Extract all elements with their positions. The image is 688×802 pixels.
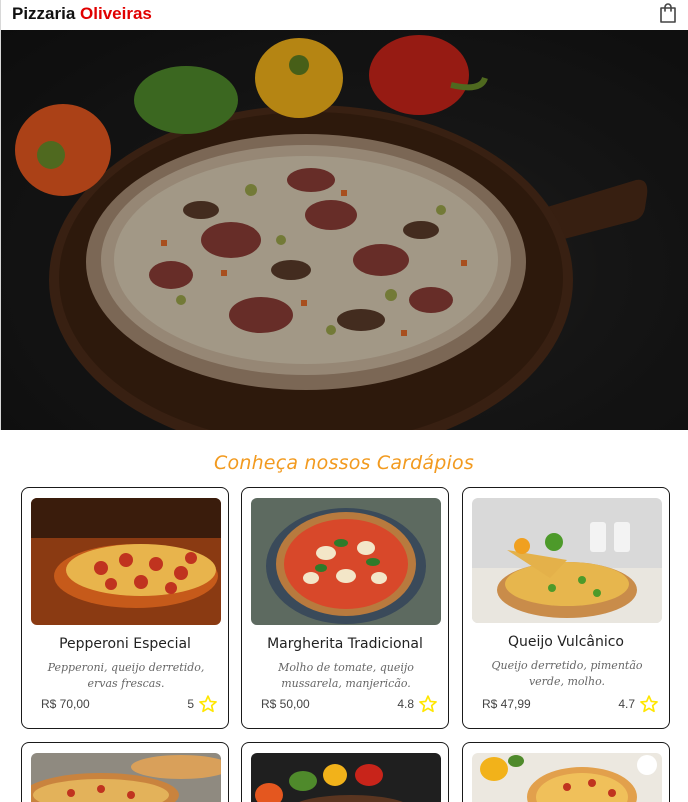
pizza-photo: [31, 498, 221, 625]
menu-item-rating: 4.7: [618, 694, 659, 714]
star-icon: [419, 695, 437, 713]
brand-name-second: Oliveiras: [80, 4, 152, 23]
top-header: Pizzaria Oliveiras: [0, 0, 688, 30]
menu-card-row2-3[interactable]: [462, 742, 670, 802]
menu-card-row2-1[interactable]: [21, 742, 229, 802]
menu-item-rating: 4.8: [397, 694, 438, 714]
rating-value: 4.7: [618, 697, 635, 711]
rating-value: 5: [187, 697, 194, 711]
menu-item-name: Margherita Tradicional: [267, 636, 423, 652]
brand-name-first: Pizzaria: [12, 4, 76, 23]
shopping-bag-icon[interactable]: [658, 2, 678, 24]
menu-item-name: Queijo Vulcânico: [508, 634, 624, 650]
menu-card-queijo-vulcanico[interactable]: Queijo Vulcânico Queijo derretido, pimen…: [462, 487, 670, 729]
menu-item-name: Pepperoni Especial: [59, 636, 191, 652]
pizza-photo: [472, 498, 662, 623]
menu-item-description: Pepperoni, queijo derretido, ervas fresc…: [47, 661, 205, 690]
pizza-photo: [251, 753, 441, 802]
menu-item-description: Queijo derretido, pimentão verde, molho.: [491, 659, 643, 688]
pizza-photo: [31, 753, 221, 802]
menu-item-rating: 5: [187, 694, 218, 714]
menu-card-row2-2[interactable]: [241, 742, 449, 802]
rating-value: 4.8: [397, 697, 414, 711]
hero-banner-image: [0, 30, 688, 430]
menu-item-price: R$ 47,99: [482, 697, 531, 711]
brand-logo[interactable]: Pizzaria Oliveiras: [12, 4, 152, 24]
menu-card-margherita[interactable]: Margherita Tradicional Molho de tomate, …: [241, 487, 449, 729]
section-title: Conheça nossos Cardápios: [214, 452, 474, 474]
menu-card-pepperoni[interactable]: Pepperoni Especial Pepperoni, queijo der…: [21, 487, 229, 729]
pizza-photo: [251, 498, 441, 625]
menu-item-description: Molho de tomate, queijo mussarela, manje…: [278, 661, 414, 690]
star-icon: [640, 695, 658, 713]
star-icon: [199, 695, 217, 713]
menu-item-price: R$ 70,00: [41, 697, 90, 711]
pizza-photo: [472, 753, 662, 802]
menu-item-price: R$ 50,00: [261, 697, 310, 711]
